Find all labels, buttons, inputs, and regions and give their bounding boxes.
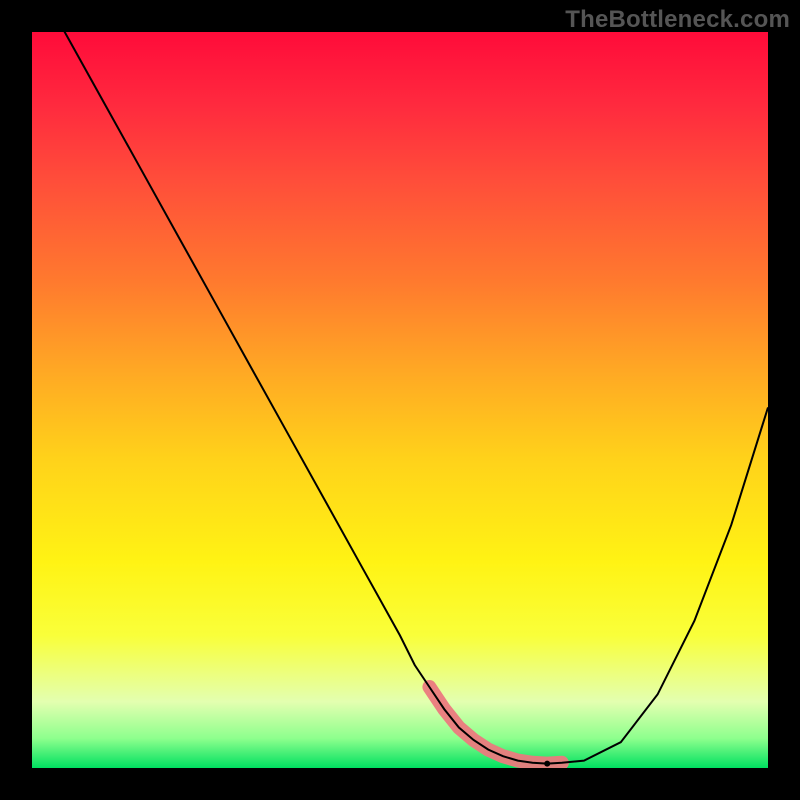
minimum-dot [544, 761, 550, 767]
plot-area [32, 32, 768, 768]
attribution-watermark: TheBottleneck.com [565, 6, 790, 34]
bottleneck-curve [32, 32, 768, 764]
curve-svg [32, 32, 768, 768]
chart-frame: TheBottleneck.com [0, 0, 800, 800]
